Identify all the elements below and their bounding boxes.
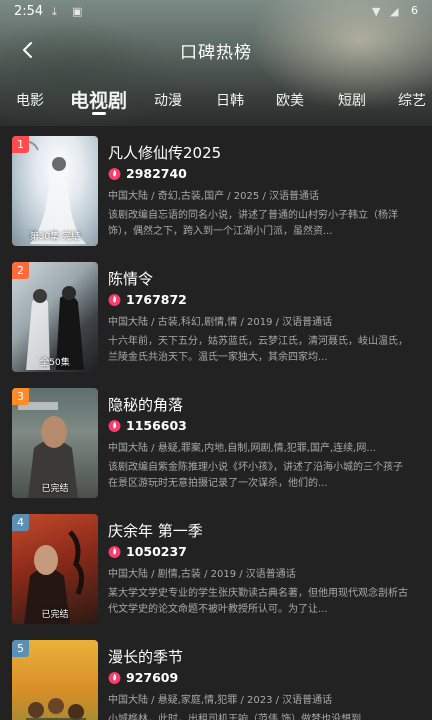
- item-meta: 中国大陆 / 悬疑,家庭,情,犯罪 / 2023 / 汉语普通话: [108, 695, 333, 706]
- tab-western[interactable]: 欧美: [276, 90, 304, 110]
- tab-movie[interactable]: 电影: [16, 90, 44, 110]
- list-item[interactable]: 4 已完结 庆余年 第一季 1050237 中国大陆 / 剧情,古装 / 201…: [0, 504, 432, 630]
- poster-caption: 已完结: [41, 484, 69, 494]
- rank-badge: 5: [12, 640, 29, 657]
- tab-tv-series[interactable]: 电视剧: [70, 86, 127, 113]
- poster-image: 3 已完结: [12, 388, 98, 498]
- flame-icon: [108, 672, 121, 684]
- image-icon: ▣: [72, 5, 83, 18]
- rank-badge: 4: [12, 514, 29, 531]
- signal-icon: ◢: [390, 5, 399, 18]
- item-description: 小城桦林，此时，出租司机王响（范伟 饰）做梦也没想到...: [108, 714, 371, 720]
- item-title: 凡人修仙传2025: [108, 144, 222, 162]
- poster-image: 1 第30集 完结: [12, 136, 98, 246]
- download-icon: ⤓: [52, 5, 57, 18]
- category-tabs: 电影 电视剧 动漫 日韩 欧美 短剧 综艺: [0, 86, 432, 118]
- item-meta: 中国大陆 / 悬疑,罪案,内地,自制,网剧,情,犯罪,国产,连续,网...: [108, 443, 376, 454]
- poster-image: 5: [12, 640, 98, 720]
- battery-level: 6: [411, 4, 418, 17]
- flame-icon: [108, 546, 121, 558]
- tab-japan-korea[interactable]: 日韩: [216, 90, 244, 110]
- list-item[interactable]: 3 已完结 隐秘的角落 1156603 中国大陆 / 悬疑,罪案,内地,自制,网…: [0, 378, 432, 504]
- item-description: 该剧改编自忘语的同名小说，讲述了普通的山村穷小子韩立（杨洋饰），偶然之下，跨入到…: [108, 210, 398, 237]
- poster-image: 4 已完结: [12, 514, 98, 624]
- heat-value: 1767872: [126, 292, 187, 307]
- flame-icon: [108, 420, 121, 432]
- active-tab-indicator: [92, 112, 106, 115]
- item-description: 十六年前，天下五分，姑苏蓝氏，云梦江氏，清河聂氏，岐山温氏，兰陵金氏共治天下。温…: [108, 336, 408, 363]
- item-description: 某大学文学史专业的学生张庆勤读古典名著，但他用现代观念剖析古代文学史的论文命题不…: [108, 588, 408, 615]
- item-title: 隐秘的角落: [108, 396, 184, 414]
- item-title: 陈情令: [108, 270, 154, 288]
- poster-caption: 第30集 完结: [29, 232, 81, 242]
- item-title: 漫长的季节: [108, 648, 184, 666]
- rank-badge: 1: [12, 136, 29, 153]
- tab-anime[interactable]: 动漫: [154, 90, 182, 110]
- item-meta: 中国大陆 / 剧情,古装 / 2019 / 汉语普通话: [108, 569, 296, 580]
- item-meta: 中国大陆 / 奇幻,古装,国产 / 2025 / 汉语普通话: [108, 191, 319, 202]
- ranking-list: 1 第30集 完结 凡人修仙传2025 2982740 中国大陆 / 奇幻,古装…: [0, 126, 432, 720]
- status-bar: 2:54 ⤓ ▣ ▼ ◢ 6: [0, 0, 432, 24]
- heat-value: 1050237: [126, 544, 187, 559]
- heat-value: 2982740: [126, 166, 187, 181]
- item-title: 庆余年 第一季: [108, 522, 203, 540]
- heat-value: 927609: [126, 670, 179, 685]
- poster-caption: 已完结: [41, 610, 69, 620]
- list-item[interactable]: 1 第30集 完结 凡人修仙传2025 2982740 中国大陆 / 奇幻,古装…: [0, 126, 432, 252]
- list-item[interactable]: 2 全50集 陈情令 1767872 中国大陆 / 古装,科幻,剧情,情 / 2…: [0, 252, 432, 378]
- flame-icon: [108, 294, 121, 306]
- flame-icon: [108, 168, 121, 180]
- item-meta: 中国大陆 / 古装,科幻,剧情,情 / 2019 / 汉语普通话: [108, 317, 333, 328]
- rank-badge: 3: [12, 388, 29, 405]
- item-description: 该剧改编自紫金陈推理小说《坏小孩》，讲述了沿海小城的三个孩子在景区游玩时无意拍摄…: [108, 462, 403, 489]
- poster-image: 2 全50集: [12, 262, 98, 372]
- poster-caption: 全50集: [40, 358, 70, 368]
- tab-variety[interactable]: 综艺: [398, 90, 426, 110]
- page-title: 口碑热榜: [180, 43, 252, 63]
- status-time: 2:54: [14, 4, 44, 19]
- list-item[interactable]: 5 漫长的季节 927609 中国大陆 / 悬疑,家庭,情,犯罪 / 2023 …: [0, 630, 432, 720]
- wifi-icon: ▼: [372, 5, 381, 18]
- tab-short-drama[interactable]: 短剧: [338, 90, 366, 110]
- rank-badge: 2: [12, 262, 29, 279]
- heat-value: 1156603: [126, 418, 187, 433]
